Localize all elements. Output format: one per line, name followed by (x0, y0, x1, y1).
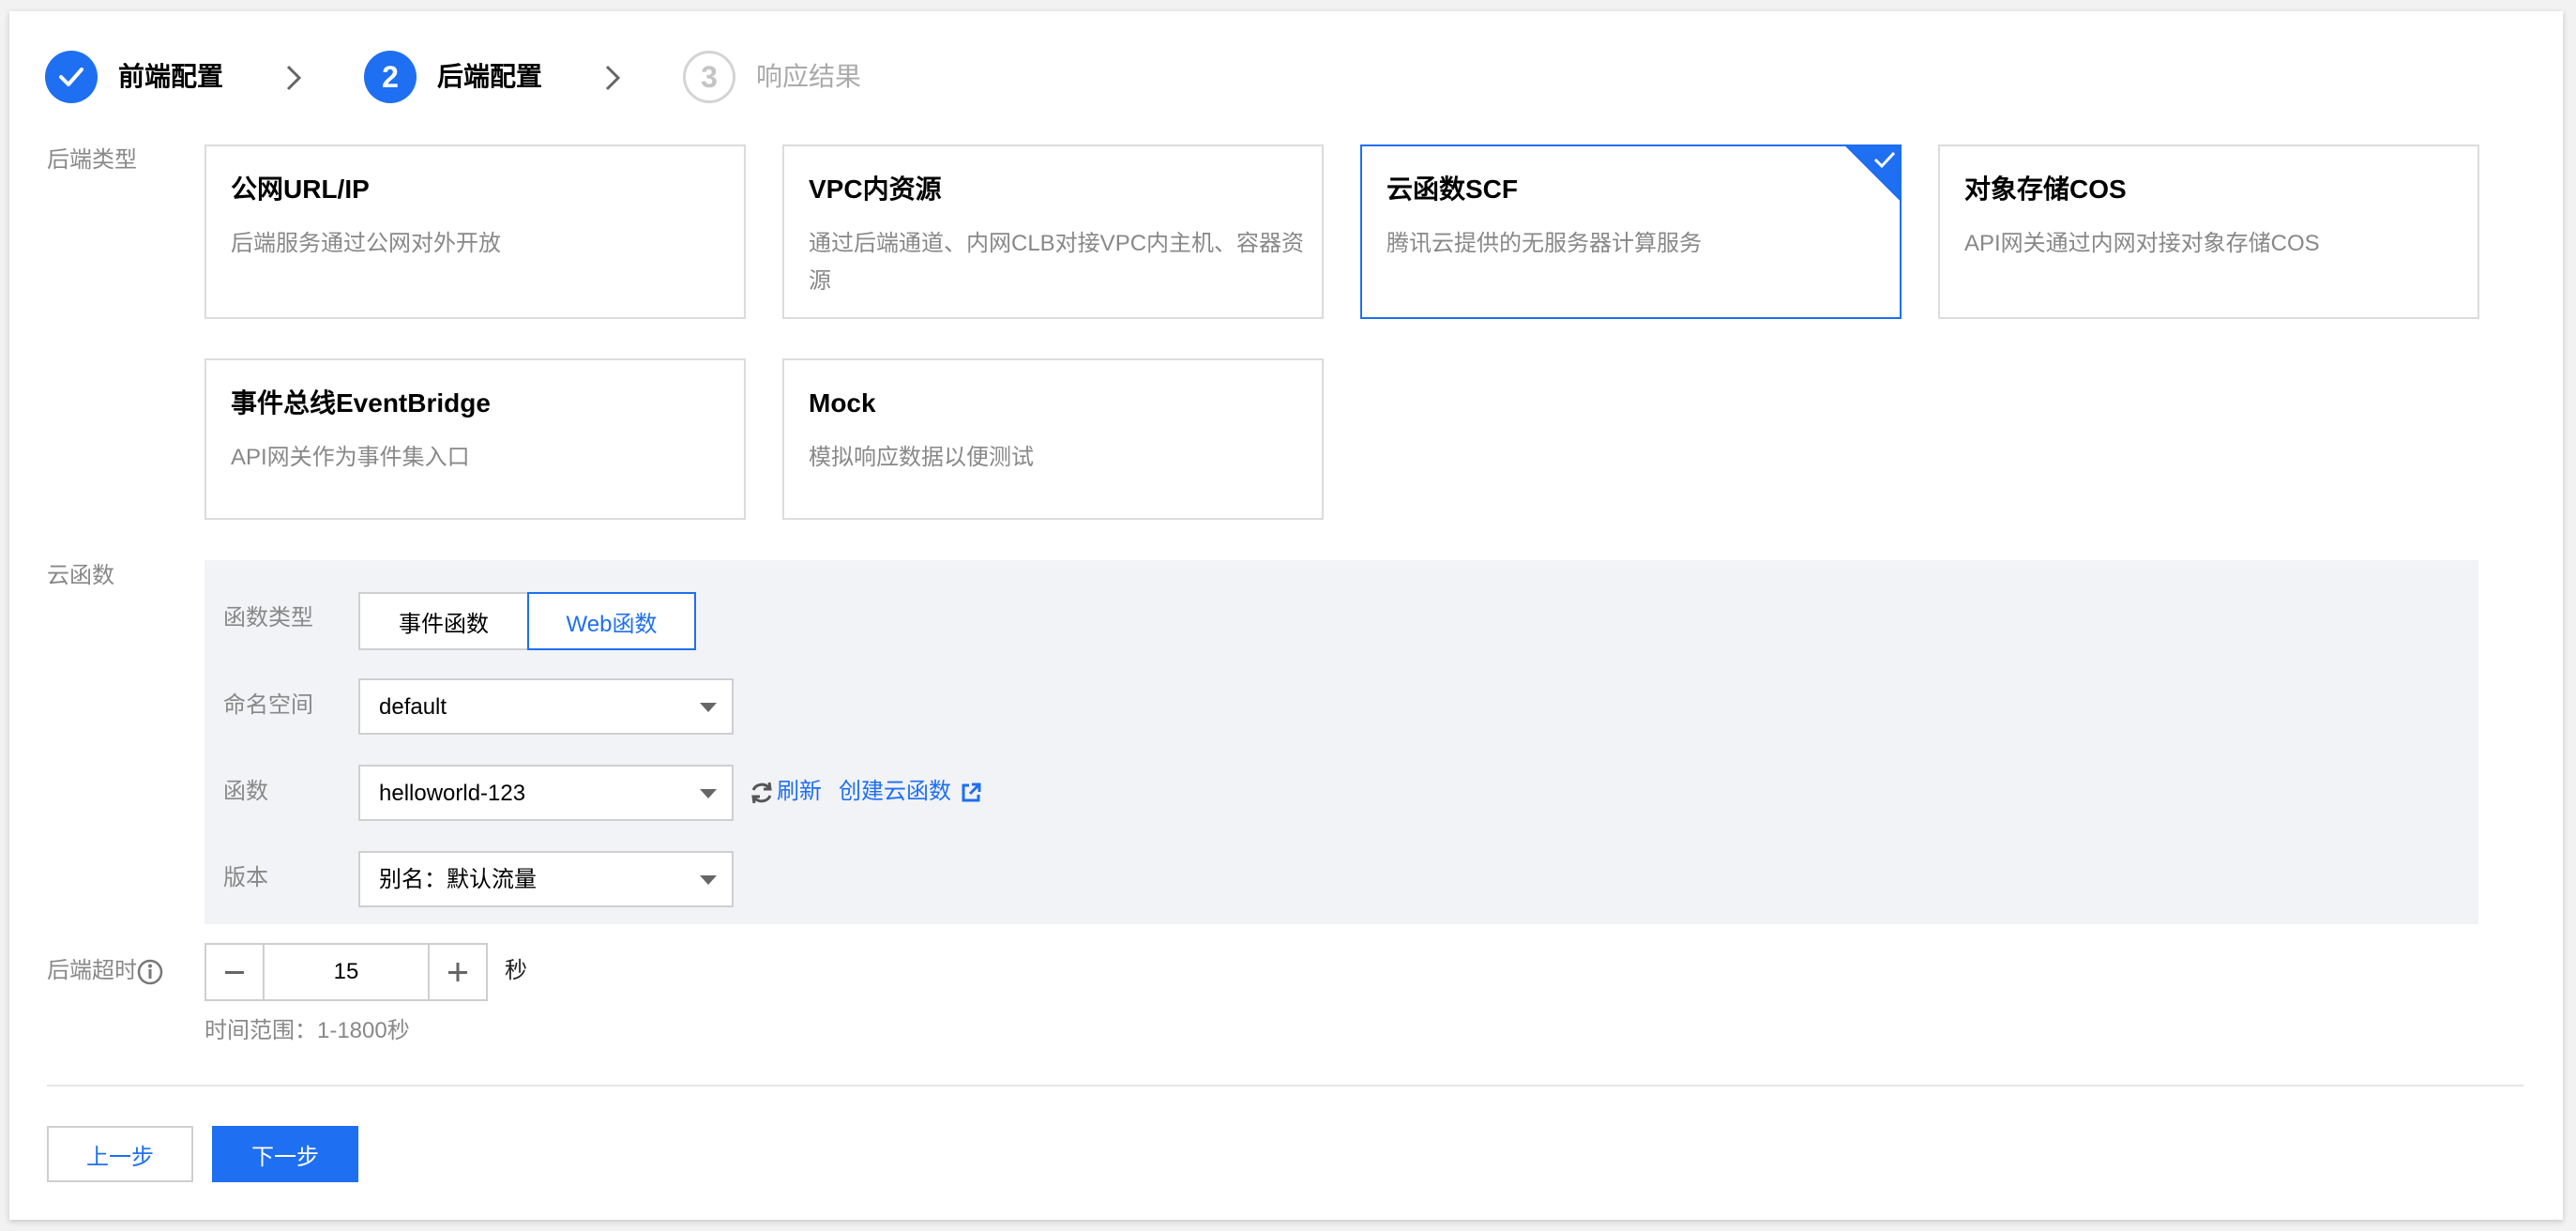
scf-label: 云函数 (47, 563, 114, 588)
card-title: 事件总线EventBridge (231, 388, 491, 418)
step-3-label: 响应结果 (756, 62, 862, 91)
step-2-label: 后端配置 (437, 62, 543, 91)
version-select[interactable]: 别名：默认流量 (358, 851, 734, 907)
function-type-label: 函数类型 (223, 605, 313, 631)
card-title: 对象存储COS (1964, 175, 2127, 204)
backend-type-label: 后端类型 (47, 147, 137, 173)
card-desc: 模拟响应数据以便测试 (809, 445, 1034, 470)
chevron-right-icon (286, 65, 302, 91)
caret-down-icon (700, 703, 717, 712)
card-desc: 腾讯云提供的无服务器计算服务 (1386, 231, 1702, 256)
namespace-value: default (379, 694, 447, 720)
step-3-circle: 3 (683, 51, 735, 103)
external-link-icon[interactable] (961, 783, 981, 803)
refresh-link[interactable]: 刷新 (777, 776, 822, 808)
card-title: VPC内资源 (809, 175, 942, 204)
info-icon[interactable] (137, 959, 163, 985)
decrease-button[interactable] (206, 945, 265, 999)
timeout-label: 后端超时 (47, 958, 137, 983)
card-mock[interactable]: Mock 模拟响应数据以便测试 (782, 358, 1324, 520)
page-container: 前端配置 2 后端配置 3 响应结果 后端类型 公网URL/IP 后端服务通过公… (9, 11, 2563, 1220)
card-scf[interactable]: 云函数SCF 腾讯云提供的无服务器计算服务 (1360, 144, 1902, 319)
card-title: Mock (809, 388, 876, 418)
caret-down-icon (700, 875, 717, 885)
prev-button[interactable]: 上一步 (47, 1126, 193, 1182)
card-desc: API网关作为事件集入口 (231, 445, 470, 470)
divider (47, 1085, 2523, 1087)
card-public-url[interactable]: 公网URL/IP 后端服务通过公网对外开放 (205, 144, 746, 319)
namespace-label: 命名空间 (223, 692, 313, 718)
next-button[interactable]: 下一步 (212, 1126, 358, 1182)
card-title: 公网URL/IP (231, 175, 370, 204)
scf-config-panel: 函数类型 事件函数 Web函数 命名空间 default 函数 hellowor… (205, 560, 2478, 924)
step-1-label: 前端配置 (118, 62, 224, 91)
card-desc: 后端服务通过公网对外开放 (231, 231, 501, 256)
increase-button[interactable] (428, 945, 486, 999)
step-2-circle: 2 (364, 51, 417, 103)
card-desc: API网关通过内网对接对象存储COS (1964, 231, 2320, 256)
card-desc: 通过后端通道、内网CLB对接VPC内主机、容器资源 (809, 231, 1305, 294)
timeout-value[interactable]: 15 (265, 956, 428, 988)
version-value: 别名：默认流量 (379, 867, 537, 892)
create-function-link[interactable]: 创建云函数 (839, 776, 951, 808)
step-done-icon (45, 51, 98, 103)
function-label: 函数 (223, 779, 268, 804)
selected-check-icon (1845, 146, 1900, 201)
card-title: 云函数SCF (1386, 175, 1519, 204)
plus-icon (448, 963, 467, 981)
refresh-icon[interactable] (749, 780, 775, 806)
timeout-stepper: 15 (205, 943, 488, 1001)
version-label: 版本 (223, 865, 268, 890)
web-function-option[interactable]: Web函数 (527, 592, 696, 650)
timeout-hint: 时间范围：1-1800秒 (205, 1018, 410, 1043)
namespace-select[interactable]: default (358, 678, 734, 735)
event-function-option[interactable]: 事件函数 (358, 592, 529, 650)
timeout-unit: 秒 (505, 958, 527, 983)
function-value: helloworld-123 (379, 781, 526, 806)
card-cos[interactable]: 对象存储COS API网关通过内网对接对象存储COS (1938, 144, 2479, 319)
function-select[interactable]: helloworld-123 (358, 765, 734, 821)
caret-down-icon (700, 789, 717, 798)
minus-icon (225, 971, 244, 974)
chevron-right-icon (605, 65, 621, 91)
card-eventbridge[interactable]: 事件总线EventBridge API网关作为事件集入口 (205, 358, 746, 520)
card-vpc[interactable]: VPC内资源 通过后端通道、内网CLB对接VPC内主机、容器资源 (782, 144, 1324, 319)
